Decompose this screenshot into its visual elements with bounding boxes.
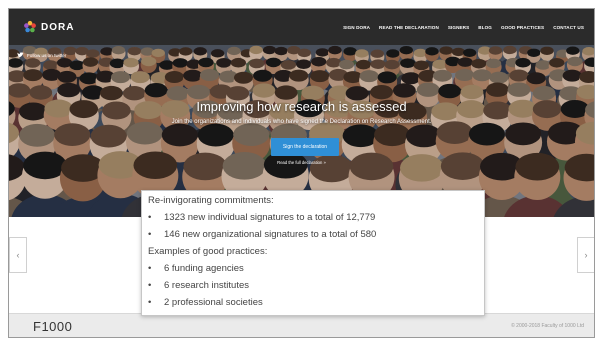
- bullet: •: [148, 229, 152, 240]
- page-footer: F1000 © 2000-2018 Faculty of 1000 Ltd: [9, 313, 594, 337]
- stats-overlay-box: Re-invigorating commitments: • 1323 new …: [141, 190, 485, 316]
- chevron-right-icon: ›: [584, 250, 588, 260]
- bullet: •: [148, 280, 152, 291]
- list-item: • 1323 new individual signatures to a to…: [148, 212, 375, 223]
- browser-frame: DORA SIGN DORA READ THE DECLARATION SIGN…: [8, 8, 595, 338]
- stats-heading-commitments: Re-invigorating commitments:: [148, 195, 274, 206]
- nav-blog[interactable]: BLOG: [478, 25, 492, 30]
- stat-organizational-signatures: 146 new organizational signatures to a t…: [164, 229, 377, 240]
- f1000-logo: F1000: [33, 319, 73, 334]
- copyright-text: © 2000-2018 Faculty of 1000 Ltd: [511, 323, 584, 329]
- brand-name: DORA: [41, 21, 75, 33]
- hero-subtitle: Join the organizations and individuals w…: [171, 119, 432, 125]
- nav-read-declaration[interactable]: READ THE DECLARATION: [379, 25, 439, 30]
- dora-flower-icon: [24, 20, 36, 33]
- twitter-follow-link[interactable]: Follow us on twitter: [17, 52, 66, 58]
- practice-professional-societies: 2 professional societies: [164, 297, 263, 308]
- nav-links: SIGN DORA READ THE DECLARATION SIGNERS B…: [334, 25, 584, 30]
- sign-declaration-button[interactable]: Sign the declaration: [271, 138, 339, 156]
- bullet: •: [148, 263, 152, 274]
- hero-title: Improving how research is assessed: [196, 99, 407, 114]
- carousel-prev-button[interactable]: ‹: [9, 237, 27, 273]
- read-declaration-link[interactable]: Read the full declaration »: [9, 160, 594, 165]
- dora-logo[interactable]: DORA: [23, 20, 74, 34]
- bullet: •: [148, 297, 152, 308]
- list-item: • 146 new organizational signatures to a…: [148, 229, 376, 240]
- list-item: • 2 professional societies: [148, 297, 263, 308]
- chevron-left-icon: ‹: [16, 250, 20, 260]
- top-navbar: DORA SIGN DORA READ THE DECLARATION SIGN…: [9, 9, 594, 45]
- nav-good-practices[interactable]: GOOD PRACTICES: [501, 25, 544, 30]
- stats-heading-good-practices: Examples of good practices:: [148, 246, 268, 257]
- nav-signers[interactable]: SIGNERS: [448, 25, 469, 30]
- practice-funding-agencies: 6 funding agencies: [164, 263, 244, 274]
- carousel-next-button[interactable]: ›: [577, 237, 594, 273]
- nav-sign-dora[interactable]: SIGN DORA: [343, 25, 370, 30]
- stat-individual-signatures: 1323 new individual signatures to a tota…: [164, 212, 376, 223]
- follow-text: Follow us on twitter: [27, 52, 67, 58]
- practice-research-institutes: 6 research institutes: [164, 280, 250, 291]
- list-item: • 6 funding agencies: [148, 263, 244, 274]
- twitter-icon: [17, 52, 24, 58]
- nav-contact-us[interactable]: CONTACT US: [553, 25, 584, 30]
- list-item: • 6 research institutes: [148, 280, 249, 291]
- bullet: •: [148, 212, 152, 223]
